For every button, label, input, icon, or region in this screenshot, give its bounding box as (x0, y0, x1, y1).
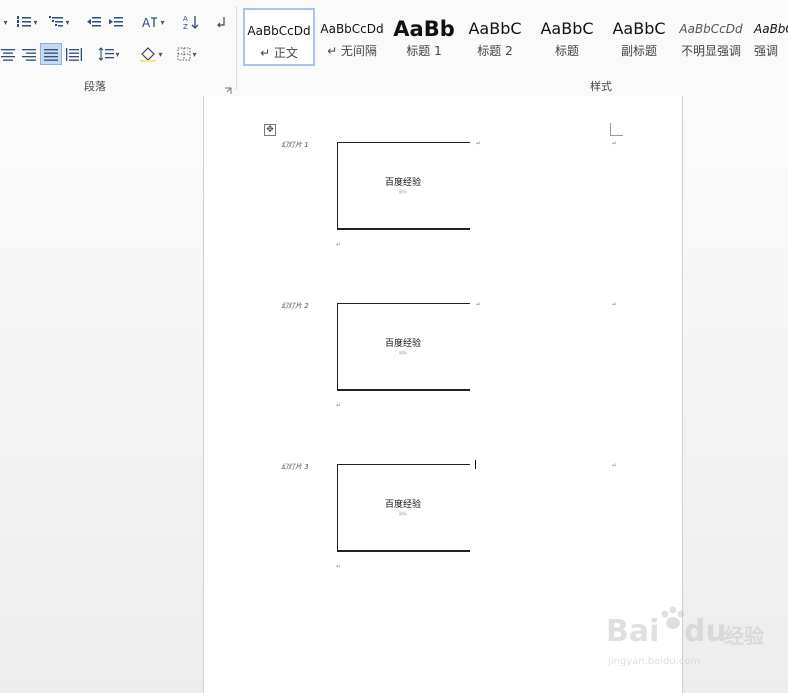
style-heading-1[interactable]: AaBb 标题 1 (389, 8, 459, 66)
paragraph-mark-icon (217, 17, 225, 28)
slide-subtitle: 副标 (399, 350, 407, 355)
style-sample: AaBbC (468, 19, 522, 38)
style-name: 不明显强调 (680, 44, 741, 58)
svg-text:A: A (142, 16, 151, 29)
ribbon: ▾ ▾ ▾ A ▾ AZ ▾ ▾ ▾ 段落 AaBbCcDd ↵ 正文 AaBb… (0, 0, 788, 97)
align-center-icon (1, 49, 15, 61)
slide-title: 百度经验 (384, 339, 421, 349)
paragraph-dialog-launcher-icon[interactable] (224, 80, 232, 94)
style-name: 标题 (554, 44, 579, 58)
group-separator (236, 6, 237, 90)
paint-bucket-icon (140, 47, 157, 62)
distributed-icon (66, 48, 82, 61)
return-mark: ↵ (476, 140, 482, 147)
style-name: 副标题 (620, 44, 657, 58)
chinese-layout-icon: A (142, 16, 158, 29)
style-name: 标题 2 (477, 44, 513, 58)
shading-button[interactable]: ▾ (136, 44, 166, 64)
watermark-url: jingyan.baidu.com (608, 656, 701, 667)
style-normal[interactable]: AaBbCcDd ↵ 正文 (243, 8, 315, 66)
sort-button[interactable]: AZ (180, 12, 202, 32)
show-marks-button[interactable] (212, 12, 230, 32)
justify-button[interactable] (40, 43, 62, 65)
distributed-button[interactable] (64, 44, 84, 64)
style-subtitle[interactable]: AaBbC 副标题 (604, 8, 674, 66)
align-right-icon (22, 49, 36, 61)
table-move-handle-icon[interactable]: ✥ (264, 124, 276, 136)
bullets-dropdown[interactable]: ▾ (0, 12, 10, 32)
slide-subtitle: 副标 (399, 511, 407, 516)
slide-label: 幻灯片 3 (281, 463, 309, 471)
style-name: ↵ 正文 (260, 46, 298, 60)
style-sample: AaBbCcDd (320, 22, 384, 36)
style-sample: AaBbCcDd (247, 24, 311, 38)
baidu-watermark: Bai du 经验 jingyan.baidu.com (600, 606, 780, 682)
align-right-button[interactable] (20, 44, 38, 64)
sort-icon: AZ (183, 15, 199, 30)
style-heading-2[interactable]: AaBbC 标题 2 (460, 8, 530, 66)
style-no-spacing[interactable]: AaBbCcDd ↵ 无间隔 (316, 8, 388, 66)
return-mark: ↵ (336, 563, 342, 570)
return-mark: ↵ (612, 462, 618, 469)
svg-text:Z: Z (183, 23, 188, 30)
style-sample: AaBbC (612, 19, 666, 38)
style-subtle-emphasis[interactable]: AaBbCcDd 不明显强调 (675, 8, 747, 66)
style-sample: AaBbCcDd (679, 22, 743, 36)
return-mark: ↵ (612, 140, 618, 147)
increase-indent-button[interactable] (106, 12, 126, 32)
numbering-icon (17, 16, 32, 27)
watermark-brand: Bai (606, 614, 660, 649)
increase-indent-icon (109, 17, 123, 27)
slide-title: 百度经验 (384, 178, 421, 188)
return-mark: ↵ (476, 301, 482, 308)
decrease-indent-button[interactable] (84, 12, 104, 32)
borders-icon (177, 47, 191, 61)
align-center-button[interactable] (0, 44, 16, 64)
slide-thumbnail[interactable]: 百度经验 副标 (337, 142, 470, 230)
slide-subtitle: 副标 (399, 189, 407, 194)
styles-gallery: AaBbCcDd ↵ 正文 AaBbCcDd ↵ 无间隔 AaBb 标题 1 A… (240, 8, 788, 68)
borders-button[interactable]: ▾ (172, 44, 202, 64)
style-sample: AaBbC (540, 19, 594, 38)
text-cursor (475, 460, 476, 469)
styles-group-label: 样式 (590, 80, 612, 93)
decrease-indent-icon (87, 17, 101, 27)
multilevel-list-button[interactable]: ▾ (44, 12, 74, 32)
slide-thumbnail[interactable]: 百度经验 副标 (337, 303, 470, 391)
style-title[interactable]: AaBbC 标题 (531, 8, 603, 66)
paragraph-group-label: 段落 (84, 80, 106, 93)
slide-thumbnail[interactable]: 百度经验 副标 (337, 464, 470, 552)
document-page[interactable]: ✥ 幻灯片 1 百度经验 副标 ↵ ↵ ↵ 幻灯片 2 百度经验 副标 ↵ ↵ … (203, 96, 683, 693)
slide-title: 百度经验 (384, 500, 421, 510)
watermark-brand-suffix: du (684, 614, 727, 649)
style-name: 标题 1 (406, 44, 442, 58)
slide-label: 幻灯片 2 (281, 302, 309, 310)
style-name: 强调 (754, 44, 779, 58)
line-spacing-icon (99, 47, 115, 61)
return-mark: ↵ (336, 241, 342, 248)
style-name: ↵ 无间隔 (327, 44, 377, 58)
multilevel-list-icon (49, 16, 64, 27)
style-sample: AaBb (393, 17, 455, 41)
watermark-cn: 经验 (724, 624, 764, 648)
line-spacing-button[interactable]: ▾ (94, 44, 124, 64)
return-mark: ↵ (612, 301, 618, 308)
justify-icon (44, 49, 58, 61)
style-sample: AaBbC (754, 22, 788, 36)
numbering-button[interactable]: ▾ (12, 12, 42, 32)
margin-corner-mark (610, 123, 623, 136)
chinese-layout-button[interactable]: A ▾ (138, 12, 168, 32)
svg-text:A: A (183, 15, 188, 23)
slide-label: 幻灯片 1 (281, 141, 309, 149)
return-mark: ↵ (336, 402, 342, 409)
style-emphasis[interactable]: AaBbC 强调 (748, 8, 788, 66)
